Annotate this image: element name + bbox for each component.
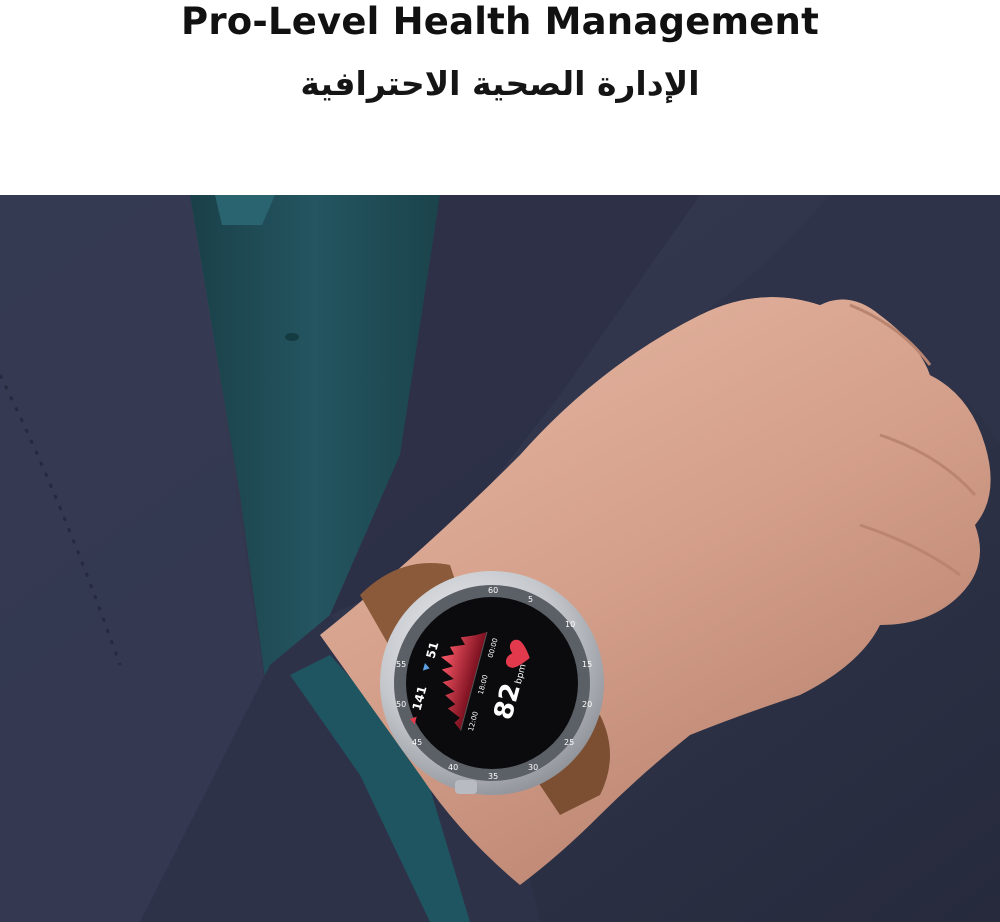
header: Pro-Level Health Management الإدارة الصح… xyxy=(0,0,1000,195)
watch-crown[interactable] xyxy=(455,780,477,794)
page-title: Pro-Level Health Management xyxy=(181,0,819,43)
bezel-number: 30 xyxy=(528,763,538,772)
photo-illustration: 60 5 10 15 20 25 30 35 40 45 50 55 12:00… xyxy=(0,195,1000,922)
bezel-number: 50 xyxy=(396,700,406,709)
bezel-number: 25 xyxy=(564,738,574,747)
product-photo: 60 5 10 15 20 25 30 35 40 45 50 55 12:00… xyxy=(0,195,1000,922)
page-subtitle-arabic: الإدارة الصحية الاحترافية xyxy=(300,64,700,103)
bezel-number: 60 xyxy=(488,586,498,595)
watch-screen xyxy=(406,597,578,769)
bezel-number: 55 xyxy=(396,660,406,669)
bezel-number: 15 xyxy=(582,660,592,669)
bezel-number: 20 xyxy=(582,700,592,709)
bezel-number: 5 xyxy=(528,595,533,604)
bezel-number: 35 xyxy=(488,772,498,781)
bezel-number: 10 xyxy=(565,620,575,629)
bezel-number: 40 xyxy=(448,763,458,772)
shirt-button xyxy=(285,333,299,341)
bezel-number: 45 xyxy=(412,738,422,747)
